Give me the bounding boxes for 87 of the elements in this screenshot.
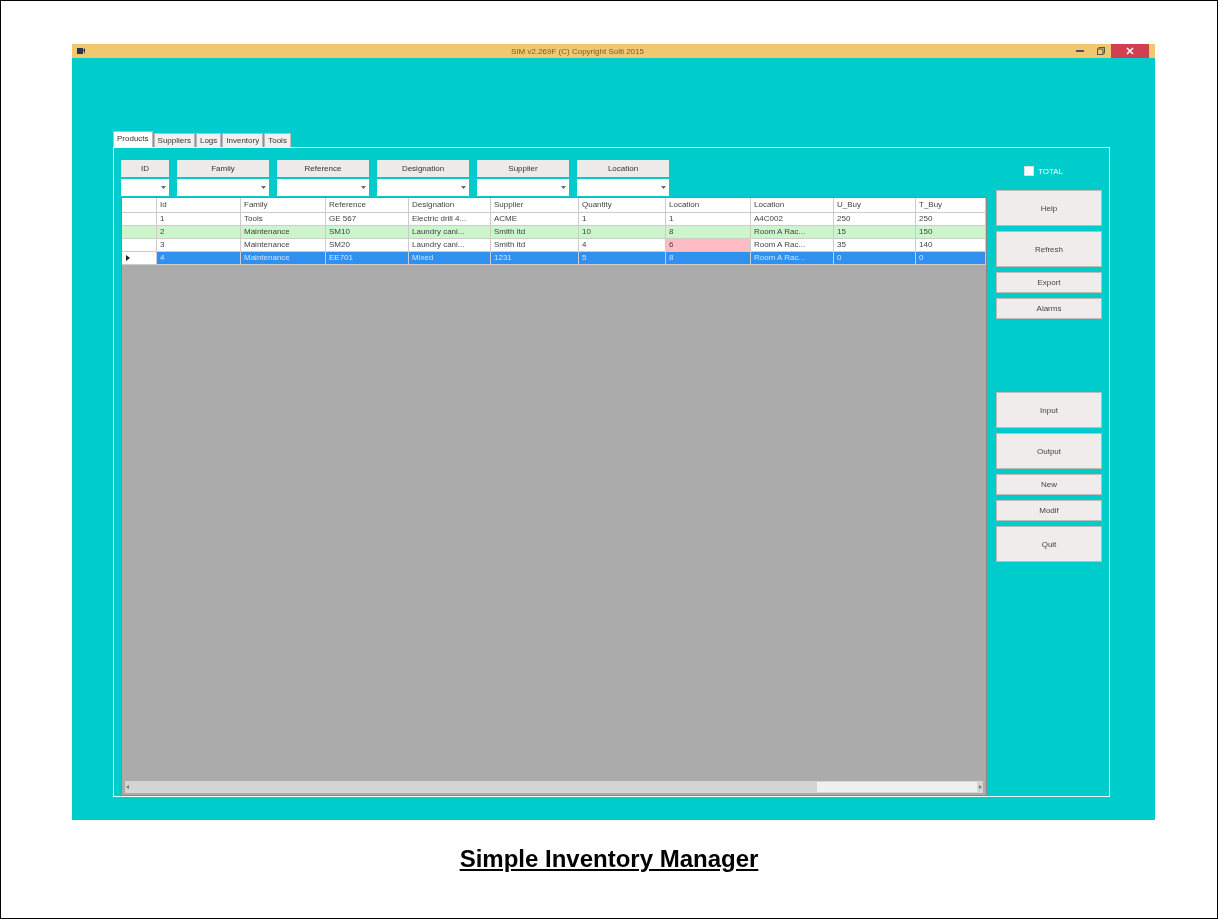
table-cell: Smith ltd bbox=[491, 226, 579, 239]
filter-dropdown[interactable] bbox=[377, 179, 469, 196]
filter-dropdown[interactable] bbox=[277, 179, 369, 196]
table-cell: Maintenance bbox=[241, 239, 326, 252]
filter-header: Reference bbox=[277, 160, 369, 177]
tab[interactable]: Logs bbox=[195, 133, 222, 147]
caption: Simple Inventory Manager bbox=[458, 845, 760, 873]
close-button[interactable] bbox=[1111, 44, 1149, 58]
table-cell: Maintenance bbox=[241, 226, 326, 239]
filter-header: Family bbox=[177, 160, 269, 177]
table-cell: 1 bbox=[157, 213, 241, 226]
action-button[interactable]: Modif bbox=[996, 500, 1102, 521]
filter-dropdown[interactable] bbox=[577, 179, 669, 196]
table-cell: Smith ltd bbox=[491, 239, 579, 252]
table-cell: 140 bbox=[916, 239, 986, 252]
dropdown-caret-icon bbox=[261, 186, 266, 189]
action-button[interactable]: Input bbox=[996, 392, 1102, 428]
action-button[interactable]: Quit bbox=[996, 526, 1102, 562]
tab[interactable]: Tools bbox=[264, 133, 291, 147]
table-cell: Room A Rac... bbox=[751, 226, 834, 239]
action-button[interactable]: Export bbox=[996, 272, 1102, 293]
filter-dropdown[interactable] bbox=[121, 179, 169, 196]
scroll-left-icon[interactable] bbox=[125, 784, 131, 790]
close-icon bbox=[1126, 47, 1134, 55]
table-cell: Electric drill 4... bbox=[409, 213, 491, 226]
table-cell: 150 bbox=[916, 226, 986, 239]
table-cell: 6 bbox=[666, 239, 751, 252]
table-cell: 8 bbox=[666, 252, 751, 265]
restore-icon bbox=[1097, 47, 1105, 55]
table-cell: 1 bbox=[579, 213, 666, 226]
filter-header: Location bbox=[577, 160, 669, 177]
tab[interactable]: Products bbox=[113, 131, 153, 147]
dropdown-caret-icon bbox=[361, 186, 366, 189]
row-header[interactable] bbox=[122, 252, 157, 265]
checkbox-label: TOTAL bbox=[1038, 166, 1064, 176]
total-checkbox[interactable] bbox=[1024, 166, 1034, 176]
filter-dropdown[interactable] bbox=[477, 179, 569, 196]
table-cell: 2 bbox=[157, 226, 241, 239]
table-cell: Tools bbox=[241, 213, 326, 226]
action-button[interactable]: New bbox=[996, 474, 1102, 495]
table-cell: 15 bbox=[834, 226, 916, 239]
table-cell: 1 bbox=[666, 213, 751, 226]
table-cell: 35 bbox=[834, 239, 916, 252]
table-cell: 4 bbox=[157, 252, 241, 265]
action-button[interactable]: Help bbox=[996, 190, 1102, 226]
filter-header: Supplier bbox=[477, 160, 569, 177]
tab[interactable]: Inventory bbox=[222, 133, 264, 147]
table-cell: 0 bbox=[834, 252, 916, 265]
table-cell: Maintenance bbox=[241, 252, 326, 265]
horizontal-scrollbar[interactable] bbox=[125, 781, 983, 793]
table-cell: 8 bbox=[666, 226, 751, 239]
window-title: SIM v2.269F (C) Copyright Solti 2015 bbox=[510, 46, 645, 56]
action-button[interactable]: Output bbox=[996, 433, 1102, 469]
table-cell: 3 bbox=[157, 239, 241, 252]
table-cell: 10 bbox=[579, 226, 666, 239]
table-cell: Room A Rac... bbox=[751, 239, 834, 252]
action-button[interactable]: Alarms bbox=[996, 298, 1102, 319]
table-cell: 1231 bbox=[491, 252, 579, 265]
table-cell: 0 bbox=[916, 252, 986, 265]
table-cell: Mixed bbox=[409, 252, 491, 265]
table-cell: SM20 bbox=[326, 239, 409, 252]
dropdown-caret-icon bbox=[561, 186, 566, 189]
table-cell: 250 bbox=[916, 213, 986, 226]
table-cell: Laundry cani... bbox=[409, 239, 491, 252]
table-cell: ACME bbox=[491, 213, 579, 226]
tab[interactable]: Suppliers bbox=[153, 133, 195, 147]
table-cell: 250 bbox=[834, 213, 916, 226]
dropdown-caret-icon bbox=[161, 186, 166, 189]
scroll-right-icon[interactable] bbox=[977, 784, 983, 790]
filter-dropdown[interactable] bbox=[177, 179, 269, 196]
table-cell: SM10 bbox=[326, 226, 409, 239]
filter-header: ID bbox=[121, 160, 169, 177]
table-cell: Room A Rac... bbox=[751, 252, 834, 265]
row-pointer-icon bbox=[126, 255, 130, 261]
minimize-icon bbox=[1076, 50, 1084, 52]
dropdown-caret-icon bbox=[661, 186, 666, 189]
table-cell: Laundry cani... bbox=[409, 226, 491, 239]
table-cell: GE 567 bbox=[326, 213, 409, 226]
filter-header: Designation bbox=[377, 160, 469, 177]
table-cell: 4 bbox=[579, 239, 666, 252]
dropdown-caret-icon bbox=[461, 186, 466, 189]
app-icon bbox=[76, 46, 86, 56]
header-corner[interactable] bbox=[122, 198, 157, 213]
table-cell: A4C002 bbox=[751, 213, 834, 226]
action-button[interactable]: Refresh bbox=[996, 231, 1102, 267]
table-cell: EE701 bbox=[326, 252, 409, 265]
table-cell: 5 bbox=[579, 252, 666, 265]
